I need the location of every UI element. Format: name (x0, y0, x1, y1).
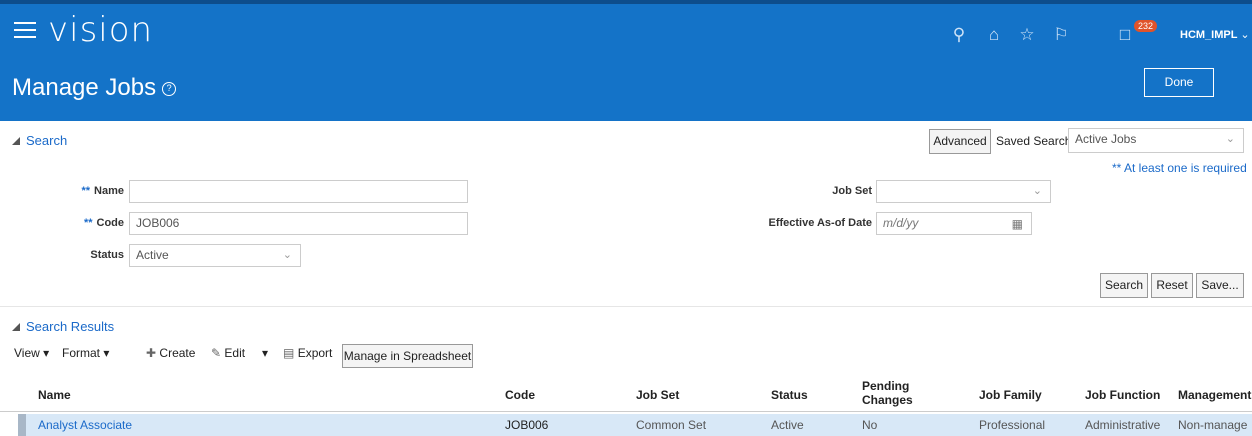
calendar-icon[interactable]: ▦ (1012, 214, 1023, 235)
results-section-label: Search Results (26, 319, 115, 334)
code-label-text: Code (96, 217, 125, 229)
chevron-down-icon: ⌄ (282, 249, 292, 261)
table-cell: Active (771, 418, 804, 432)
page-header: Manage Jobs? Done (0, 60, 1252, 121)
home-icon[interactable]: ⌂ (983, 24, 1005, 46)
results-section-header[interactable]: Search Results (12, 319, 114, 334)
table-cell: No (862, 418, 878, 432)
menu-icon[interactable] (14, 22, 36, 38)
search-section-label: Search (26, 133, 68, 148)
results-table-header: Name Code Job Set Status Pending Changes… (0, 375, 1252, 412)
user-name: HCM_IMPL (1180, 29, 1238, 41)
job-set-select[interactable]: ⌄ (876, 180, 1051, 203)
search-icon[interactable]: ⚲ (948, 24, 970, 46)
effective-date-input[interactable]: m/d/yy ▦ (876, 212, 1032, 235)
caret-down-icon: ▾ (103, 346, 110, 360)
column-header[interactable]: Job Function (1085, 388, 1160, 402)
edit-button[interactable]: ✎ Edit (211, 346, 245, 360)
status-select[interactable]: Active ⌄ (129, 244, 301, 267)
done-button[interactable]: Done (1144, 68, 1214, 97)
table-cell: Non-manage (1178, 418, 1248, 432)
column-header[interactable]: Pending Changes (862, 379, 922, 407)
export-icon: ▤ (283, 346, 295, 360)
create-button[interactable]: ✚ Create (146, 346, 195, 360)
chevron-down-icon: ⌄ (1225, 133, 1235, 145)
effective-date-label: Effective As-of Date (768, 217, 872, 229)
code-label: ** Code (60, 217, 124, 229)
collapse-icon (12, 323, 20, 331)
global-header: vision ⚲ ⌂ ☆ ⚐ □ 232 HCM_IMPL ⌄ (0, 0, 1252, 60)
table-cell: Administrative (1085, 418, 1161, 432)
save-search-button[interactable]: Save... (1196, 273, 1244, 298)
create-label: Create (159, 346, 196, 360)
manage-spreadsheet-button[interactable]: Manage in Spreadsheet (342, 344, 473, 368)
view-label: View (14, 346, 40, 360)
app-logo[interactable]: vision (48, 10, 153, 50)
status-value: Active (136, 248, 169, 262)
status-label: Status (90, 249, 124, 261)
plus-icon: ✚ (146, 346, 157, 360)
search-section-header[interactable]: Search (12, 133, 67, 148)
notification-badge: 232 (1134, 20, 1158, 32)
help-icon[interactable]: ? (162, 81, 177, 96)
table-row[interactable]: Analyst Associate JOB006 Common Set Acti… (18, 414, 1252, 436)
saved-search-value: Active Jobs (1075, 132, 1137, 146)
column-header[interactable]: Code (505, 388, 535, 402)
column-header[interactable]: Management (1178, 388, 1251, 402)
reset-button[interactable]: Reset (1151, 273, 1193, 298)
page-title: Manage Jobs? (12, 74, 177, 102)
star-icon[interactable]: ☆ (1016, 24, 1038, 46)
format-label: Format (62, 346, 101, 360)
search-button[interactable]: Search (1100, 273, 1148, 298)
saved-search-label: Saved Search (996, 134, 1072, 148)
effective-date-placeholder: m/d/yy (883, 216, 919, 230)
export-button[interactable]: ▤ Export (283, 346, 332, 360)
caret-down-icon: ▾ (43, 346, 50, 360)
chevron-down-icon: ⌄ (1240, 29, 1250, 41)
required-note: ** At least one is required (1112, 161, 1247, 175)
table-cell: Common Set (636, 418, 707, 432)
name-input[interactable] (129, 180, 468, 203)
collapse-icon (12, 137, 20, 145)
advanced-button[interactable]: Advanced (929, 129, 991, 154)
column-header[interactable]: Status (771, 388, 808, 402)
export-label: Export (297, 346, 333, 360)
saved-search-select[interactable]: Active Jobs ⌄ (1068, 128, 1244, 153)
table-cell: Professional (979, 418, 1046, 432)
job-set-label: Job Set (832, 185, 872, 197)
name-label-text: Name (94, 185, 124, 197)
column-header[interactable]: Job Set (636, 388, 679, 402)
edit-label: Edit (224, 346, 246, 360)
edit-dropdown[interactable]: ▾ (262, 346, 268, 360)
view-menu[interactable]: View ▾ (14, 346, 49, 360)
page-title-text: Manage Jobs (12, 74, 157, 101)
required-marker: ** (81, 185, 91, 197)
job-name-link[interactable]: Analyst Associate (38, 418, 132, 432)
user-menu[interactable]: HCM_IMPL ⌄ (1180, 28, 1250, 41)
chevron-down-icon: ⌄ (1032, 185, 1042, 197)
caret-down-icon: ▾ (262, 346, 269, 360)
name-label: ** Name (60, 185, 124, 197)
flag-icon[interactable]: ⚐ (1050, 24, 1072, 46)
notification-icon[interactable]: □ (1114, 24, 1136, 46)
code-input[interactable]: JOB006 (129, 212, 468, 235)
required-marker: ** (83, 217, 93, 229)
table-cell: JOB006 (505, 418, 549, 432)
format-menu[interactable]: Format ▾ (62, 346, 109, 360)
column-header[interactable]: Name (38, 388, 71, 402)
section-divider (0, 306, 1252, 307)
pencil-icon: ✎ (211, 346, 222, 360)
column-header[interactable]: Job Family (979, 388, 1042, 402)
row-selection-marker (18, 414, 26, 436)
